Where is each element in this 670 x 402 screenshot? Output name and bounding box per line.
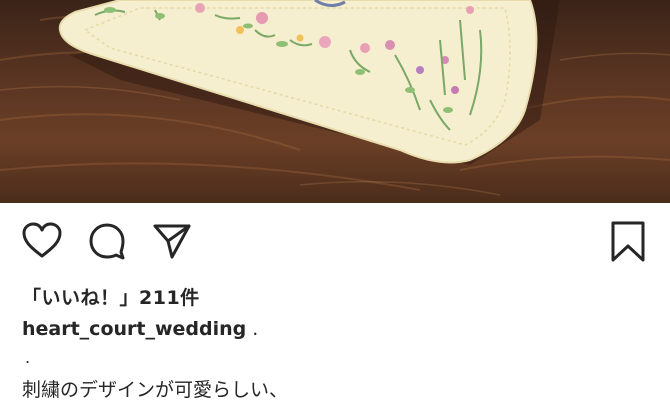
ring-pillow-illustration [0,0,670,196]
caption-dot-line: . [25,348,31,367]
caption-text: 刺繍のデザインが可愛らしい、 [22,379,289,401]
caption-username-suffix: . [246,318,259,340]
caption-header: heart_court_wedding . [22,318,258,340]
speech-bubble-icon[interactable] [88,222,126,260]
likes-count[interactable]: 「いいね！」211件 [22,283,200,310]
caption-username[interactable]: heart_court_wedding [22,318,246,340]
bookmark-icon[interactable] [610,220,646,264]
post-photo[interactable] [0,0,670,203]
heart-outline-icon[interactable] [22,222,62,260]
paper-plane-icon[interactable] [152,222,192,260]
